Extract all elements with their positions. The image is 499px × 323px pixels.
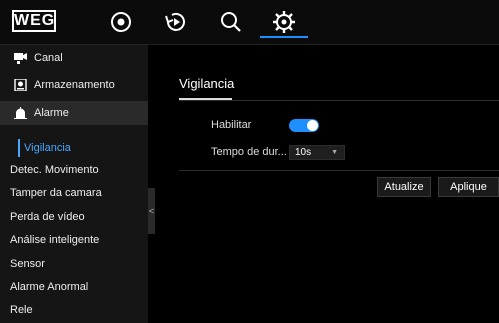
storage-icon (14, 79, 27, 91)
search-icon[interactable] (218, 9, 244, 35)
subitem-tamper-camara[interactable]: Tamper da camara (0, 182, 148, 204)
sidebar-item-label: Canal (34, 52, 63, 64)
refresh-button[interactable]: Atualize (377, 177, 431, 197)
subitem-label: Sensor (10, 258, 45, 270)
subitem-vigilancia[interactable]: Vigilancia (0, 137, 148, 159)
subitem-label: Detec. Movimento (10, 164, 99, 176)
subitem-rele[interactable]: Rele (0, 299, 148, 321)
main-panel: Vigilancia Habilitar Tempo de dur... 10s… (155, 45, 499, 323)
active-tab-indicator (260, 36, 308, 38)
sidebar-collapse-handle[interactable]: < (148, 188, 155, 234)
sidebar-item-label: Armazenamento (34, 79, 115, 91)
subitem-label: Rele (10, 304, 33, 316)
sidebar-item-canal[interactable]: Canal (0, 46, 148, 70)
weg-logo: WEG (12, 10, 56, 32)
subitem-label: Análise inteligente (10, 234, 100, 246)
divider (179, 100, 499, 101)
subitem-sensor[interactable]: Sensor (0, 253, 148, 275)
playback-icon[interactable] (163, 9, 189, 35)
camera-icon (14, 53, 27, 64)
enable-label: Habilitar (211, 119, 252, 131)
subitem-label: Vigilancia (24, 142, 71, 154)
subitem-label: Alarme Anormal (10, 281, 89, 293)
sidebar-item-armazenamento[interactable]: Armazenamento (0, 73, 148, 97)
subitem-detec-movimento[interactable]: Detec. Movimento (0, 159, 148, 181)
sidebar: Canal Armazenamento Alarme Vigilancia De… (0, 45, 148, 323)
subitem-label: Perda de vídeo (10, 211, 85, 223)
apply-button[interactable]: Aplique (438, 177, 499, 197)
enable-toggle[interactable] (289, 119, 319, 132)
divider (179, 170, 499, 171)
subitem-analise-inteligente[interactable]: Análise inteligente (0, 229, 148, 251)
top-bar: WEG (0, 0, 499, 45)
settings-icon[interactable] (271, 9, 297, 35)
subitem-alarme-anormal[interactable]: Alarme Anormal (0, 276, 148, 298)
page-title: Vigilancia (179, 76, 235, 91)
duration-select[interactable]: 10s ▼ (289, 145, 345, 160)
sidebar-item-label: Alarme (34, 107, 69, 119)
subitem-label: Tamper da camara (10, 187, 102, 199)
alarm-icon (14, 107, 27, 119)
duration-label: Tempo de dur... (211, 146, 287, 158)
chevron-down-icon: ▼ (331, 149, 338, 156)
subitem-perda-video[interactable]: Perda de vídeo (0, 206, 148, 228)
live-view-icon[interactable] (108, 9, 134, 35)
duration-value: 10s (295, 147, 312, 158)
toggle-knob (307, 120, 318, 131)
sidebar-item-alarme[interactable]: Alarme (0, 101, 148, 125)
